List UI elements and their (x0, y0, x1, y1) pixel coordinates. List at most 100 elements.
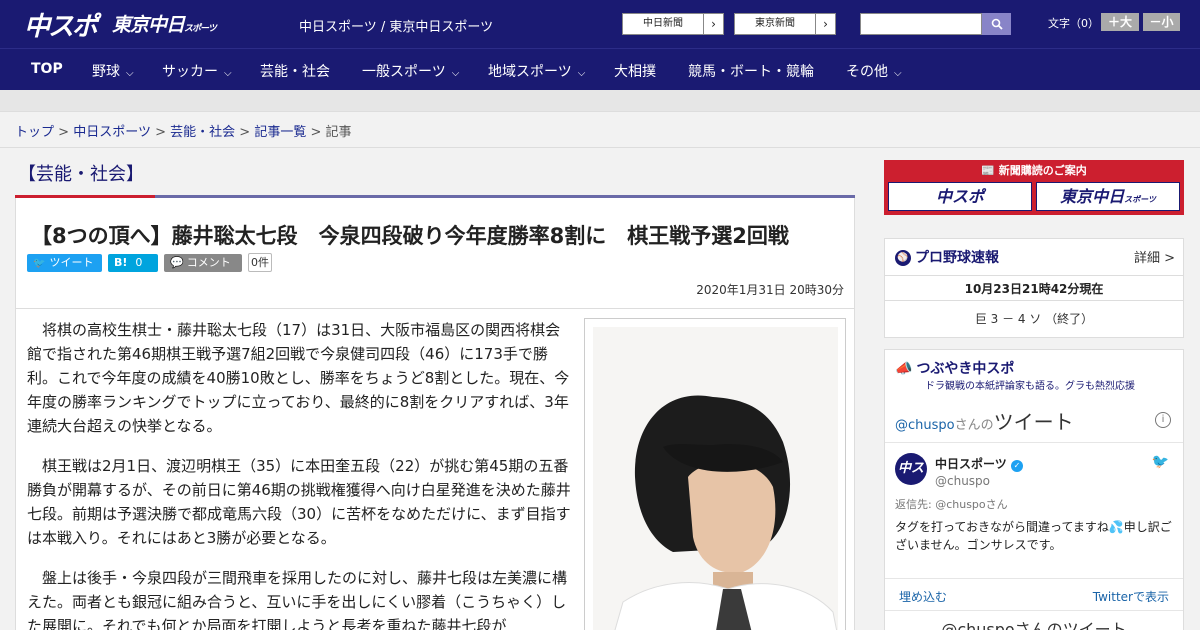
verified-badge-icon: ✓ (1010, 460, 1023, 472)
font-smaller-button[interactable]: －小 (1143, 13, 1180, 31)
publish-date: 2020年1月31日 20時30分 (696, 283, 844, 297)
embed-link[interactable]: 埋め込む (899, 588, 947, 605)
widget-footer[interactable]: @chuspoさんのツイート (885, 616, 1183, 630)
tokyo-chunichi-logo[interactable]: 東京中日スポーツ (112, 10, 217, 37)
nav-regional-sports[interactable]: 地域スポーツ ⌵ (488, 61, 585, 81)
account-name-row: 中日スポーツ ✓ (935, 455, 1023, 472)
baseball-title-text: プロ野球速報 (915, 250, 999, 266)
reply-to: 返信先: @chuspoさん (895, 498, 1008, 511)
nav-general-sports[interactable]: 一般スポーツ ⌵ (362, 61, 459, 81)
newspaper-icon: 📰 (981, 164, 999, 177)
breadcrumb-link[interactable]: 芸能・社会 (170, 125, 235, 140)
tokyo-subscribe-logo[interactable]: 東京中日スポーツ (1036, 182, 1180, 211)
site-links[interactable]: 中日スポーツ / 東京中日スポーツ (299, 16, 493, 35)
twitter-handle-link[interactable]: @chuspo (895, 418, 955, 433)
twitter-subtitle: ドラ観戦の本紙評論家も語る。グラも熱烈応援 (925, 381, 1135, 392)
twitter-bird-icon: 🐦 (33, 258, 46, 269)
chuspo-subscribe-logo[interactable]: 中スポ (888, 182, 1032, 211)
baseball-icon: ⚾ (895, 250, 911, 266)
breadcrumb-current: 記事 (325, 125, 352, 140)
view-on-twitter-link[interactable]: Twitterで表示 (1093, 588, 1169, 605)
breadcrumb-separator: > (310, 125, 322, 140)
tokyo-shimbun-link[interactable]: 東京新聞 › (734, 13, 836, 35)
breadcrumb-separator: > (58, 125, 70, 140)
breadcrumb-link[interactable]: トップ (15, 125, 54, 140)
tokyo-logo-text: 東京中日 (112, 14, 185, 36)
twitter-box-title: 📣 つぶやき中スポ (895, 358, 1014, 378)
comment-label: コメント (186, 256, 231, 269)
chevron-down-icon: ⌵ (577, 68, 586, 79)
subscription-banner[interactable]: 📰 新聞購読のご案内 中スポ 東京中日スポーツ (884, 160, 1184, 215)
nav-label: 競馬・ボート・競輪 (688, 64, 814, 80)
breadcrumb: トップ > 中日スポーツ > 芸能・社会 > 記事一覧 > 記事 (15, 121, 352, 140)
player-photo-illustration (593, 327, 838, 630)
search-input[interactable] (860, 13, 982, 35)
chevron-down-icon: ⌵ (894, 68, 902, 79)
nav-top[interactable]: TOP (31, 61, 63, 77)
info-icon[interactable]: i (1155, 412, 1171, 428)
article-divider (16, 308, 854, 309)
search-button[interactable] (982, 13, 1011, 35)
widget-divider (885, 442, 1183, 443)
tokyo-logo-text: 東京中日 (1060, 187, 1125, 206)
nav-sumo[interactable]: 大相撲 (614, 61, 656, 81)
nav-label: その他 (846, 64, 888, 80)
nav-other[interactable]: その他 ⌵ (846, 61, 902, 81)
baseball-score-box: ⚾ プロ野球速報 詳細 > 10月23日21時42分現在 巨 3 － 4 ソ （終… (884, 238, 1184, 338)
nav-soccer[interactable]: サッカー ⌵ (162, 61, 232, 81)
search-icon (991, 18, 1003, 30)
account-handle[interactable]: @chuspo (935, 474, 990, 488)
paper-link-label: 東京新聞 (755, 18, 795, 29)
subscription-heading: 📰 新聞購読のご案内 (884, 162, 1184, 178)
nav-baseball[interactable]: 野球 ⌵ (92, 61, 134, 81)
baseball-score[interactable]: 巨 3 － 4 ソ （終了） (885, 310, 1183, 327)
widget-divider (885, 578, 1183, 579)
top-header: 中スポ 東京中日スポーツ 中日スポーツ / 東京中日スポーツ 中日新聞 › 東京… (0, 0, 1200, 48)
tweet-label: ツイート (49, 256, 94, 269)
baseball-timestamp: 10月23日21時42分現在 (964, 282, 1104, 296)
font-size-label: 文字（0） (1048, 17, 1099, 30)
megaphone-icon: 📣 (895, 361, 913, 377)
breadcrumb-link[interactable]: 中日スポーツ (73, 125, 151, 140)
chunichi-shimbun-link[interactable]: 中日新聞 › (622, 13, 724, 35)
baseball-details-link[interactable]: 詳細 > (1134, 247, 1175, 266)
chevron-right-icon: › (815, 14, 835, 34)
box-divider (885, 300, 1183, 301)
article-photo[interactable] (593, 327, 838, 630)
chevron-down-icon: ⌵ (224, 68, 232, 79)
nav-racing[interactable]: 競馬・ボート・競輪 (688, 61, 814, 81)
handle-suffix: さんの (954, 418, 994, 433)
twitter-title-text: つぶやき中スポ (916, 361, 1015, 377)
account-avatar[interactable]: 中ス (895, 453, 927, 485)
article-body: 将棋の高校生棋士・藤井聡太七段（17）は31日、大阪市福島区の関西将棋会館で指さ… (27, 318, 575, 630)
article-paragraph: 盤上は後手・今泉四段が三間飛車を採用したのに対し、藤井七段は左美濃に構えた。両者… (27, 569, 568, 630)
nav-entertainment[interactable]: 芸能・社会 (260, 61, 330, 81)
main-nav: TOP 野球 ⌵ サッカー ⌵ 芸能・社会 一般スポーツ ⌵ 地域スポーツ ⌵ 大相撲 … (0, 48, 1200, 90)
article-title: 【8つの頂へ】藤井聡太七段 今泉四段破り今年度勝率8割に 棋王戦予選2回戦 (31, 224, 789, 248)
tokyo-logo-sub: スポーツ (184, 24, 217, 34)
category-heading: 【芸能・社会】 (18, 164, 144, 185)
chuspo-logo[interactable]: 中スポ (24, 6, 98, 43)
comment-count: 0件 (248, 253, 272, 272)
nav-label: 一般スポーツ (362, 64, 446, 80)
twitter-bird-icon[interactable]: 🐦 (1152, 454, 1169, 470)
comment-button[interactable]: 💬 コメント (164, 254, 242, 272)
nav-label: 芸能・社会 (260, 64, 330, 80)
breadcrumb-link[interactable]: 記事一覧 (254, 125, 306, 140)
nav-label: 野球 (92, 64, 120, 80)
paper-link-label: 中日新聞 (643, 18, 683, 29)
article-paragraph: 棋王戦は2月1日、渡辺明棋王（35）に本田奎五段（22）が挑む第45期の五番勝負… (27, 457, 571, 547)
chevron-down-icon: ⌵ (126, 68, 134, 79)
box-divider (885, 275, 1183, 276)
nav-label: 大相撲 (614, 64, 656, 80)
account-name[interactable]: 中日スポーツ (935, 457, 1007, 471)
article-paragraph: 将棋の高校生棋士・藤井聡太七段（17）は31日、大阪市福島区の関西将棋会館で指さ… (27, 321, 570, 435)
font-larger-button[interactable]: ＋大 (1101, 13, 1139, 31)
hatena-icon: B! (114, 256, 128, 269)
tweet-button[interactable]: 🐦 ツイート (27, 254, 102, 272)
tweets-word: ツイート (993, 410, 1074, 434)
hatena-bookmark-button[interactable]: B! 0 (108, 254, 158, 272)
article-card: 【8つの頂へ】藤井聡太七段 今泉四段破り今年度勝率8割に 棋王戦予選2回戦 🐦 ツ… (15, 198, 855, 630)
chevron-right-icon: › (703, 14, 723, 34)
subscription-heading-text: 新聞購読のご案内 (998, 164, 1087, 177)
